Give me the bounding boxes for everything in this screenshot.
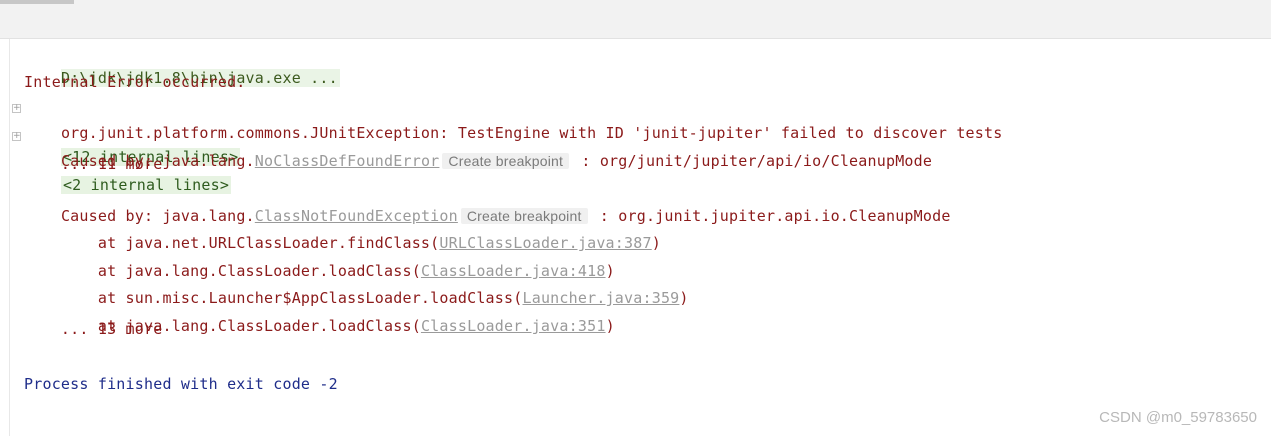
exception-class-link[interactable]: NoClassDefFoundError <box>255 152 440 170</box>
console-gutter <box>0 39 10 436</box>
console-toolbar <box>0 0 1271 39</box>
stack-frame: at java.net.URLClassLoader.findClass(URL… <box>24 207 661 252</box>
create-breakpoint-button[interactable]: Create breakpoint <box>442 153 570 169</box>
exit-code-line: Process finished with exit code -2 <box>24 375 338 393</box>
stack-frame: at java.lang.ClassLoader.loadClass(Class… <box>24 235 615 280</box>
caused-by-line: Caused by: java.lang.ClassNotFoundExcept… <box>24 180 951 225</box>
active-tab-indicator <box>0 0 74 4</box>
frame-suffix: ) <box>679 289 689 307</box>
caused-by-message: : org/junit/jupiter/api/io/CleanupMode <box>572 152 933 170</box>
stack-frame: at java.lang.ClassLoader.loadClass(Class… <box>24 290 615 335</box>
more-line: ... 11 more <box>24 155 163 173</box>
more-line: ... 13 more <box>24 320 163 338</box>
command-line: D:\jdk\jdk1.8\bin\java.exe ... <box>24 42 340 87</box>
watermark: CSDN @m0_59783650 <box>1099 409 1257 426</box>
internal-error-line: Internal Error occurred. <box>24 73 246 91</box>
expand-fold-icon[interactable]: + <box>12 132 21 141</box>
source-link[interactable]: ClassLoader.java:351 <box>421 317 606 335</box>
frame-suffix: ) <box>605 317 615 335</box>
frame-suffix: ) <box>651 234 661 252</box>
expand-fold-icon[interactable]: + <box>12 104 21 113</box>
exception-line: org.junit.platform.commons.JUnitExceptio… <box>24 97 1002 166</box>
stack-frame: at sun.misc.Launcher$AppClassLoader.load… <box>24 262 689 307</box>
caused-by-line: Caused by: java.lang.NoClassDefFoundErro… <box>24 125 932 194</box>
